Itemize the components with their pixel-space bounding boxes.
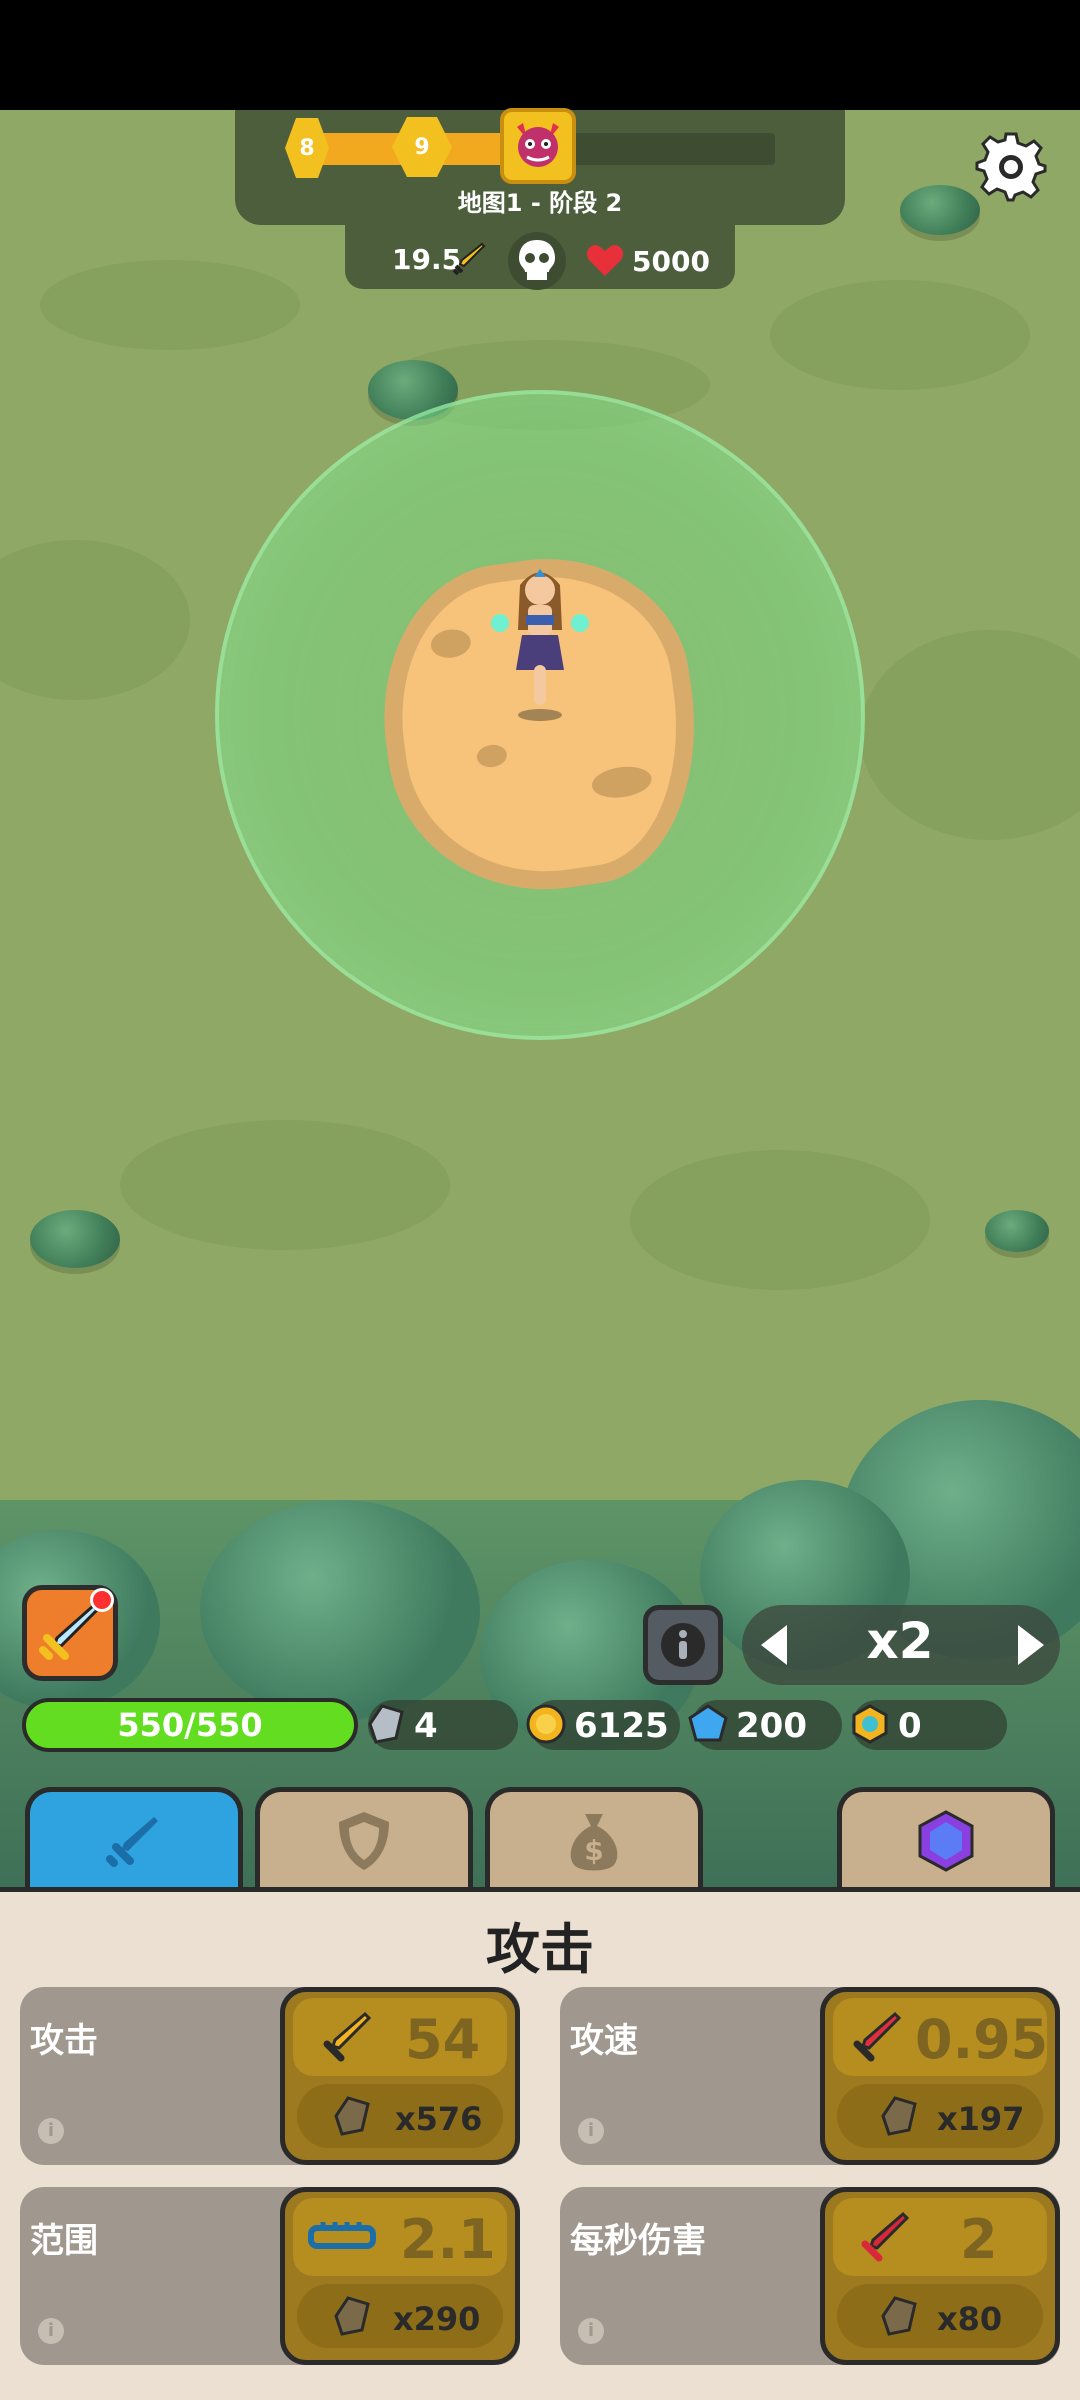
card-label-range: 范围 — [30, 2221, 98, 2261]
card-info-icon[interactable]: i — [38, 2318, 64, 2344]
stone-icon — [334, 2096, 370, 2136]
token-value: 0 — [898, 1706, 922, 1746]
card-label-dps: 每秒伤害 — [570, 2221, 706, 2261]
tree — [200, 1500, 480, 1720]
info-button[interactable] — [643, 1605, 723, 1685]
upgrade-cost: x576 — [395, 2100, 483, 2138]
swift-sword-icon — [853, 2011, 902, 2062]
stone-icon — [334, 2296, 370, 2336]
upgrade-button-dps[interactable]: 2 x80 — [820, 2187, 1060, 2365]
tab-economy[interactable]: $ — [485, 1787, 703, 1889]
hero-character[interactable] — [490, 555, 590, 725]
upgrade-value: 2 — [960, 2208, 998, 2271]
upgrade-value: 54 — [405, 2008, 481, 2071]
pit-spot — [475, 743, 509, 769]
bush — [900, 185, 980, 235]
ruler-icon — [308, 2222, 376, 2249]
speed-increase-button[interactable] — [1005, 1620, 1055, 1670]
upgrade-button-range[interactable]: 2.1 x290 — [280, 2187, 520, 2365]
upgrade-value: 2.1 — [400, 2208, 496, 2271]
current-level-number: 9 — [414, 134, 430, 160]
bush — [30, 1210, 120, 1268]
sword-icon — [106, 1816, 158, 1867]
notification-dot — [90, 1588, 114, 1612]
purple-gem-icon — [918, 1809, 974, 1872]
health-value: 5000 — [632, 245, 710, 278]
upgrade-button-attack-speed[interactable]: 0.95 x197 — [820, 1987, 1060, 2165]
svg-text:$: $ — [584, 1834, 603, 1867]
upgrade-value: 0.95 — [915, 2008, 1049, 2071]
ground-patch — [770, 280, 1030, 390]
card-info-icon[interactable]: i — [578, 2318, 604, 2344]
stone-icon — [881, 2096, 917, 2136]
info-icon — [661, 1623, 705, 1667]
blue-gem-icon — [688, 1704, 728, 1742]
ground-patch — [0, 540, 190, 700]
card-label-attack: 攻击 — [30, 2021, 98, 2061]
player-hp-bar: 550/550 — [22, 1698, 358, 1752]
stone-value: 4 — [414, 1706, 438, 1746]
bush — [985, 1210, 1049, 1252]
ground-patch — [630, 1150, 930, 1290]
boss-icon[interactable] — [500, 108, 576, 184]
card-label-attack-speed: 攻速 — [570, 2021, 638, 2061]
settings-gear-icon[interactable] — [975, 130, 1047, 202]
token-icon — [852, 1704, 888, 1744]
speed-decrease-button[interactable] — [750, 1620, 800, 1670]
money-bag-icon: $ — [570, 1813, 618, 1870]
upgrade-button-attack[interactable]: 54 x576 — [280, 1987, 520, 2165]
tab-attack[interactable] — [25, 1787, 243, 1889]
heart-icon — [586, 245, 624, 276]
upgrade-cost: x197 — [937, 2100, 1025, 2138]
previous-level-number: 8 — [299, 135, 315, 161]
skull-icon — [519, 240, 555, 280]
status-bar — [0, 0, 1080, 110]
arrow-right-icon — [1018, 1625, 1044, 1665]
upgrade-cost: x80 — [937, 2300, 1003, 2338]
stage-label: 地图1 - 阶段 2 — [457, 189, 623, 217]
sword-icon — [323, 2011, 372, 2062]
card-info-icon[interactable]: i — [38, 2118, 64, 2144]
tab-defense[interactable] — [255, 1787, 473, 1889]
tab-gems[interactable] — [837, 1787, 1055, 1889]
card-info-icon[interactable]: i — [578, 2118, 604, 2144]
sword-icon — [452, 242, 486, 276]
shield-icon — [339, 1811, 389, 1870]
pit-spot — [429, 626, 473, 661]
ground-patch — [860, 630, 1080, 840]
red-sword-icon — [861, 2211, 910, 2262]
gem-value: 200 — [736, 1706, 807, 1746]
gold-value: 6125 — [574, 1706, 669, 1746]
gold-coin-icon — [526, 1704, 566, 1744]
panel-title: 攻击 — [486, 1918, 594, 1981]
pit-spot — [589, 763, 654, 802]
speed-label: x2 — [866, 1612, 934, 1670]
upgrade-cost: x290 — [393, 2300, 481, 2338]
ground-patch — [40, 260, 300, 350]
arrow-left-icon — [761, 1625, 787, 1665]
ground-patch — [120, 1120, 450, 1250]
demon-icon — [517, 123, 559, 167]
stone-icon — [368, 1704, 404, 1744]
stone-icon — [881, 2296, 917, 2336]
